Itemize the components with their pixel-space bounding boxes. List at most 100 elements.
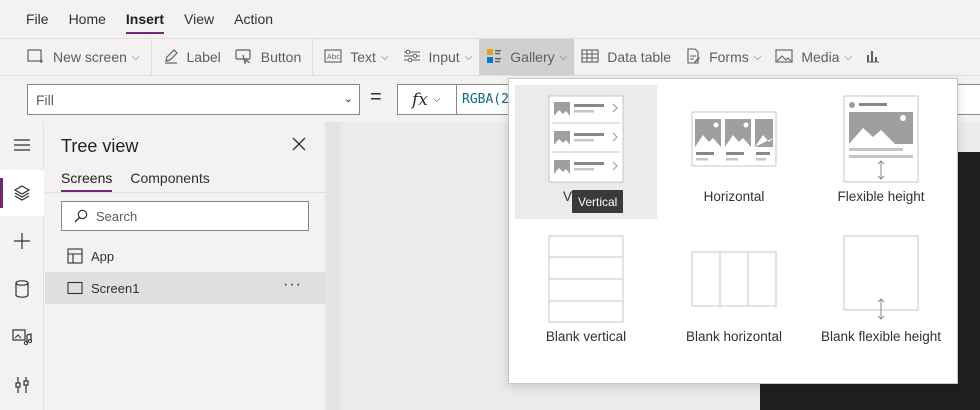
- hamburger-menu-button[interactable]: [0, 122, 44, 168]
- flexible-height-gallery-icon: [843, 95, 919, 183]
- tree-tabs: Screens Components: [61, 170, 210, 192]
- chevron-down-icon: ⌵: [464, 51, 473, 63]
- menu-home[interactable]: Home: [59, 0, 116, 38]
- new-screen-icon: [27, 48, 45, 67]
- media-rail-button[interactable]: [0, 314, 44, 360]
- menu-bar: File Home Insert View Action: [0, 0, 980, 38]
- text-button[interactable]: Abc Text ⌵: [317, 39, 395, 75]
- gallery-option-label: Flexible height: [837, 189, 925, 204]
- insert-ribbon: New screen ⌵ Label Button Abc Text ⌵ Inp…: [0, 38, 980, 76]
- search-icon: [74, 209, 88, 223]
- gallery-option-label: Blank horizontal: [685, 329, 783, 344]
- tree-item-app[interactable]: App: [45, 240, 325, 272]
- divider: [45, 192, 325, 193]
- svg-text:Abc: Abc: [327, 53, 340, 61]
- formula-text: RGBA(2: [462, 92, 509, 107]
- gallery-dropdown-menu: V Horizontal Flexible height Blank verti…: [508, 78, 958, 384]
- ribbon-separator: [150, 39, 152, 75]
- layers-icon: [13, 185, 31, 201]
- forms-button-label: Forms: [709, 49, 749, 65]
- fx-icon: fx: [412, 89, 428, 110]
- tree-item-label: App: [91, 248, 115, 264]
- charts-button[interactable]: [859, 39, 895, 75]
- gallery-option-blank-vertical[interactable]: Blank vertical: [515, 229, 657, 363]
- blank-flexible-height-gallery-icon: [843, 235, 919, 320]
- input-button-label: Input: [428, 49, 460, 65]
- label-button-label: Label: [186, 49, 221, 65]
- menu-action[interactable]: Action: [224, 0, 283, 38]
- tree-item-screen1[interactable]: Screen1 ···: [45, 272, 325, 304]
- blank-vertical-gallery-icon: [548, 235, 624, 323]
- gallery-option-horizontal[interactable]: Horizontal: [663, 85, 805, 219]
- label-button[interactable]: Label: [156, 39, 228, 75]
- text-button-label: Text: [350, 49, 376, 65]
- gallery-icon: [486, 48, 502, 67]
- chevron-down-icon: ⌵: [753, 51, 762, 63]
- media-icon: [12, 329, 32, 346]
- more-options-icon[interactable]: ···: [283, 276, 302, 294]
- button-button-label: Button: [260, 49, 302, 65]
- label-icon: [163, 48, 179, 67]
- chevron-down-icon: ⌵: [559, 51, 568, 63]
- equals-sign: =: [370, 86, 382, 108]
- text-icon: Abc: [324, 48, 342, 66]
- search-input[interactable]: Search: [61, 201, 309, 231]
- tab-screens[interactable]: Screens: [61, 170, 113, 192]
- chevron-down-icon: ⌵: [131, 51, 140, 63]
- plus-icon: [14, 233, 30, 249]
- left-rail: [0, 122, 44, 410]
- app-icon: [67, 248, 83, 264]
- new-screen-label: New screen: [53, 49, 127, 65]
- button-button[interactable]: Button: [228, 39, 308, 75]
- blank-horizontal-gallery-icon: [691, 251, 777, 307]
- data-table-button[interactable]: Data table: [574, 39, 678, 75]
- image-icon: [775, 48, 793, 66]
- chevron-down-icon: ⌵: [432, 94, 441, 105]
- close-icon[interactable]: [291, 136, 307, 152]
- hamburger-icon: [14, 139, 30, 151]
- gallery-option-flexible-height[interactable]: Flexible height: [810, 85, 952, 219]
- tab-components[interactable]: Components: [130, 170, 209, 190]
- gallery-option-label: Horizontal: [703, 189, 765, 204]
- tree-view-title: Tree view: [61, 136, 139, 156]
- new-screen-button[interactable]: New screen ⌵: [20, 39, 147, 75]
- horizontal-gallery-icon: [691, 111, 777, 167]
- gallery-option-label: Blank flexible height: [820, 329, 942, 344]
- media-button[interactable]: Media ⌵: [768, 39, 859, 75]
- input-button[interactable]: Input ⌵: [396, 39, 480, 75]
- forms-button[interactable]: Forms ⌵: [678, 39, 768, 75]
- chevron-down-icon: ⌄: [343, 93, 353, 105]
- gallery-option-blank-flexible-height[interactable]: Blank flexible height: [810, 229, 952, 369]
- table-icon: [581, 48, 599, 66]
- button-icon: [235, 48, 253, 67]
- ribbon-separator: [312, 39, 314, 75]
- insert-rail-button[interactable]: [0, 218, 44, 264]
- menu-insert[interactable]: Insert: [116, 0, 174, 38]
- tree-view-button[interactable]: [0, 170, 44, 216]
- chevron-down-icon: ⌵: [844, 51, 853, 63]
- gallery-option-blank-horizontal[interactable]: Blank horizontal: [663, 229, 805, 363]
- search-placeholder: Search: [96, 208, 138, 224]
- property-dropdown[interactable]: Fill ⌄: [27, 84, 360, 115]
- tools-icon: [15, 377, 29, 393]
- menu-file[interactable]: File: [16, 0, 59, 38]
- gallery-button[interactable]: Gallery ⌵: [479, 39, 575, 75]
- form-icon: [685, 47, 701, 67]
- property-value: Fill: [36, 91, 54, 108]
- input-sliders-icon: [403, 48, 421, 67]
- screen-icon: [67, 281, 83, 295]
- fx-button[interactable]: fx ⌵: [397, 84, 457, 115]
- advanced-tools-button[interactable]: [0, 362, 44, 408]
- media-button-label: Media: [801, 49, 840, 65]
- menu-view[interactable]: View: [174, 0, 224, 38]
- tree-view-panel: Tree view Screens Components Search App …: [45, 122, 325, 410]
- bar-chart-icon: [866, 49, 880, 66]
- canvas-gutter: [325, 122, 340, 410]
- vertical-gallery-icon: [548, 95, 624, 183]
- gallery-button-label: Gallery: [510, 49, 555, 65]
- gallery-option-label: Blank vertical: [545, 329, 627, 344]
- data-rail-button[interactable]: [0, 266, 44, 312]
- data-table-label: Data table: [607, 49, 672, 65]
- chevron-down-icon: ⌵: [380, 51, 389, 63]
- tree-item-label: Screen1: [91, 280, 140, 296]
